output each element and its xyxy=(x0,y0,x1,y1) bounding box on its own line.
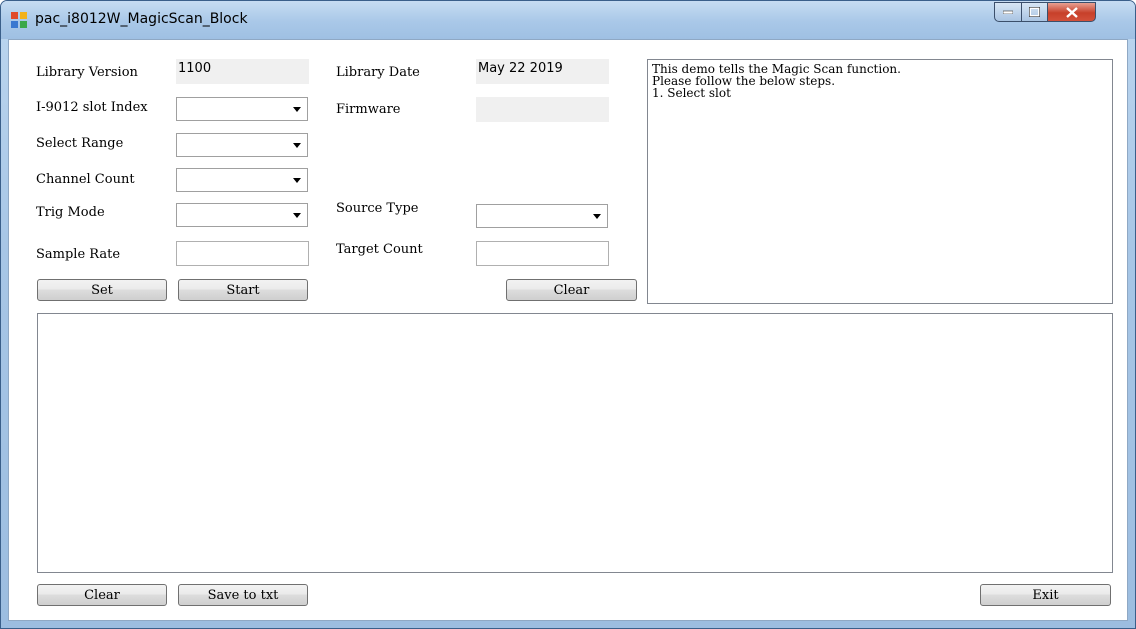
dropdown-arrow-icon xyxy=(293,143,301,148)
library-date-field[interactable]: May 22 2019 xyxy=(476,59,609,84)
dropdown-arrow-icon xyxy=(293,107,301,112)
source-type-select[interactable] xyxy=(476,204,608,228)
dropdown-arrow-icon xyxy=(293,178,301,183)
info-textbox[interactable]: This demo tells the Magic Scan function.… xyxy=(647,59,1113,304)
app-icon xyxy=(11,12,27,28)
clear-log-button[interactable]: Clear xyxy=(37,584,167,606)
save-to-txt-button[interactable]: Save to txt xyxy=(178,584,308,606)
minimize-button[interactable] xyxy=(994,2,1022,22)
client-area: Library Version 1100 Library Date May 22… xyxy=(8,39,1128,621)
sample-rate-input[interactable] xyxy=(176,241,309,266)
maximize-button[interactable] xyxy=(1021,2,1048,22)
select-range-select[interactable] xyxy=(176,133,308,157)
trig-mode-label: Trig Mode xyxy=(36,205,105,220)
source-type-label: Source Type xyxy=(336,201,419,216)
app-window: pac_i8012W_MagicScan_Block Library Versi… xyxy=(0,0,1136,629)
channel-count-label: Channel Count xyxy=(36,172,135,187)
firmware-label: Firmware xyxy=(336,102,401,117)
window-title: pac_i8012W_MagicScan_Block xyxy=(35,11,248,27)
title-bar[interactable]: pac_i8012W_MagicScan_Block xyxy=(1,1,1135,39)
exit-button[interactable]: Exit xyxy=(980,584,1111,606)
close-button[interactable] xyxy=(1047,2,1096,22)
set-button[interactable]: Set xyxy=(37,279,167,301)
clear-info-button[interactable]: Clear xyxy=(506,279,637,301)
target-count-input[interactable] xyxy=(476,241,609,266)
slot-index-label: I-9012 slot Index xyxy=(36,100,148,115)
select-range-label: Select Range xyxy=(36,136,124,151)
sample-rate-label: Sample Rate xyxy=(36,247,121,262)
start-button[interactable]: Start xyxy=(178,279,308,301)
library-date-label: Library Date xyxy=(336,65,420,80)
firmware-field[interactable] xyxy=(476,97,609,122)
minimize-icon xyxy=(1003,10,1013,14)
library-version-field[interactable]: 1100 xyxy=(176,59,309,84)
target-count-label: Target Count xyxy=(336,242,423,257)
channel-count-select[interactable] xyxy=(176,168,308,192)
dropdown-arrow-icon xyxy=(593,214,601,219)
trig-mode-select[interactable] xyxy=(176,203,308,227)
maximize-icon xyxy=(1029,7,1040,17)
log-textbox[interactable] xyxy=(37,313,1113,573)
close-icon xyxy=(1065,6,1078,18)
dropdown-arrow-icon xyxy=(293,213,301,218)
library-version-label: Library Version xyxy=(36,65,138,80)
slot-index-select[interactable] xyxy=(176,97,308,121)
